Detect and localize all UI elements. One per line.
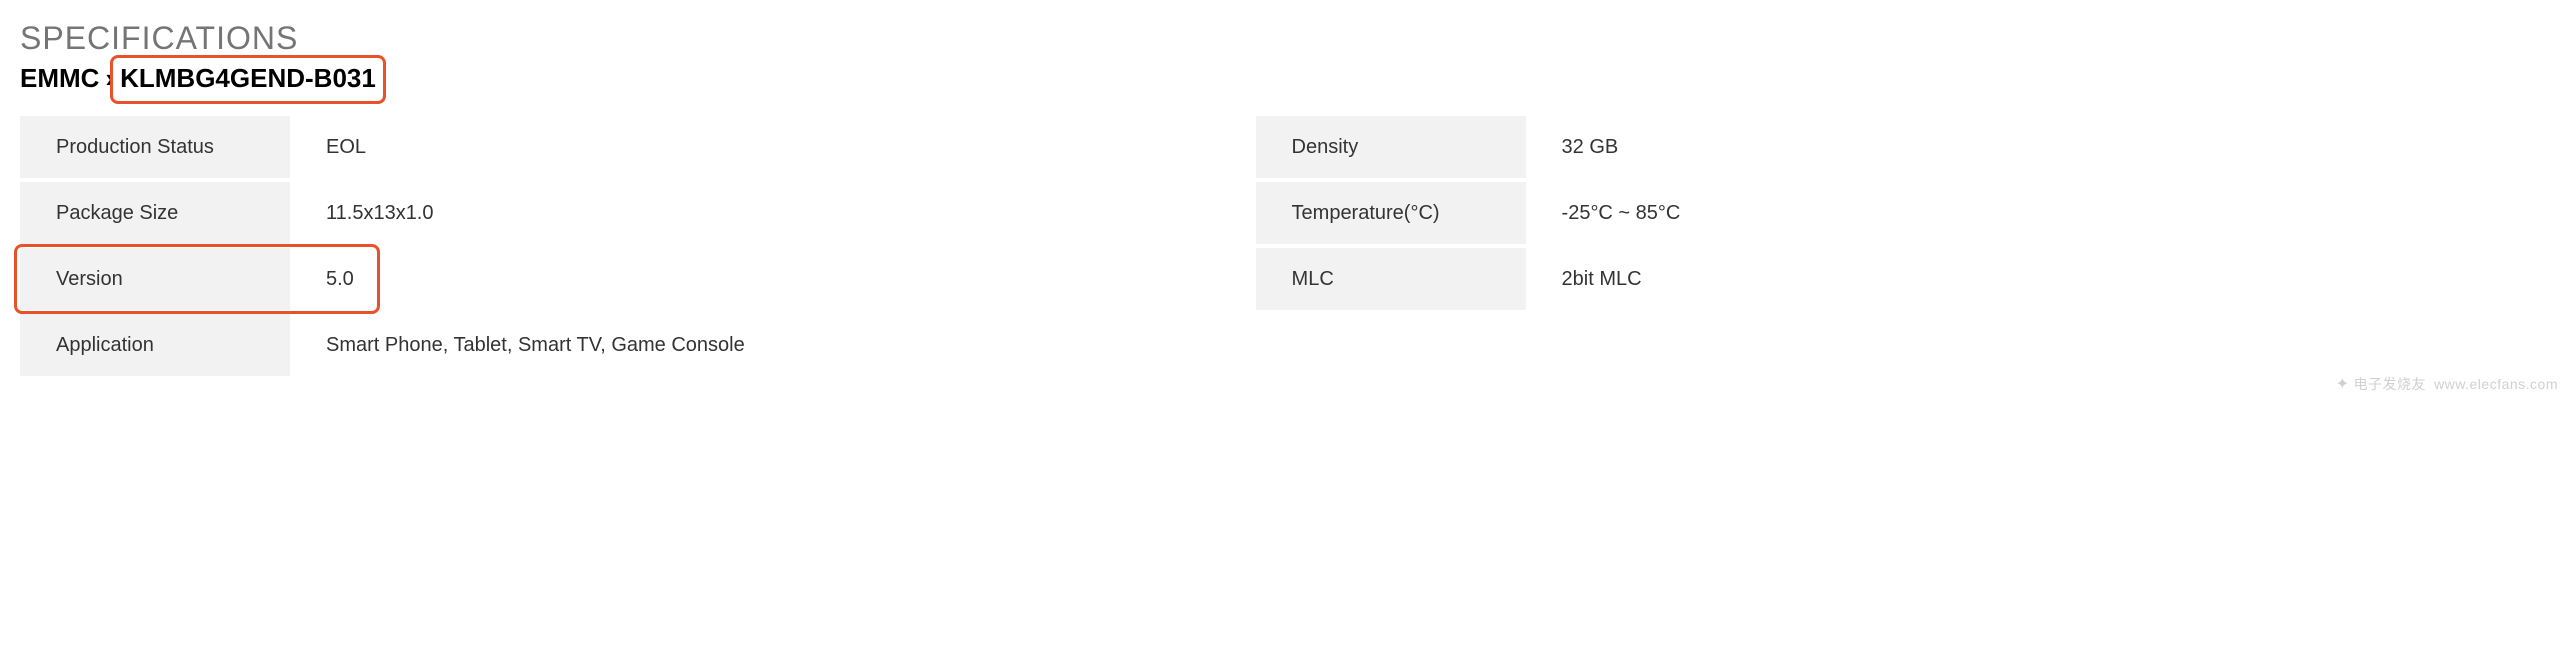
breadcrumb-product[interactable]: KLMBG4GEND-B031 (120, 63, 376, 93)
spec-label-text: Version (56, 268, 123, 290)
breadcrumb-separator: › (105, 63, 114, 94)
table-row: Package Size 11.5x13x1.0 Temperature(°C)… (20, 182, 2552, 244)
spec-label: Version (20, 248, 290, 310)
spec-label: Density (1256, 116, 1526, 178)
spec-label: Package Size (20, 182, 290, 244)
breadcrumb-category[interactable]: EMMC (20, 63, 99, 94)
watermark-icon: ✦ (2336, 374, 2350, 394)
spec-value: 11.5x13x1.0 (290, 182, 1256, 244)
specifications-table: Production Status EOL Density 32 GB Pack… (20, 112, 2552, 380)
spec-value: 32 GB (1526, 116, 2552, 178)
table-row: Production Status EOL Density 32 GB (20, 116, 2552, 178)
watermark-url: www.elecfans.com (2434, 376, 2558, 392)
breadcrumb: EMMC › KLMBG4GEND-B031 (20, 63, 2552, 94)
spec-value: 5.0 (290, 248, 1256, 310)
spec-label: Application (20, 314, 290, 376)
table-row: Application Smart Phone, Tablet, Smart T… (20, 314, 2552, 376)
spec-value: Smart Phone, Tablet, Smart TV, Game Cons… (290, 314, 2552, 376)
section-heading: SPECIFICATIONS (20, 20, 2552, 57)
spec-value: EOL (290, 116, 1256, 178)
spec-label: Temperature(°C) (1256, 182, 1526, 244)
spec-label: MLC (1256, 248, 1526, 310)
table-row: Version 5.0 MLC 2bit MLC (20, 248, 2552, 310)
spec-value: 2bit MLC (1526, 248, 2552, 310)
watermark-text: 电子发烧友 (2354, 374, 2427, 394)
spec-label: Production Status (20, 116, 290, 178)
breadcrumb-product-wrap: KLMBG4GEND-B031 (120, 63, 376, 94)
watermark: ✦ 电子发烧友 www.elecfans.com (2336, 374, 2558, 394)
spec-value: -25°C ~ 85°C (1526, 182, 2552, 244)
